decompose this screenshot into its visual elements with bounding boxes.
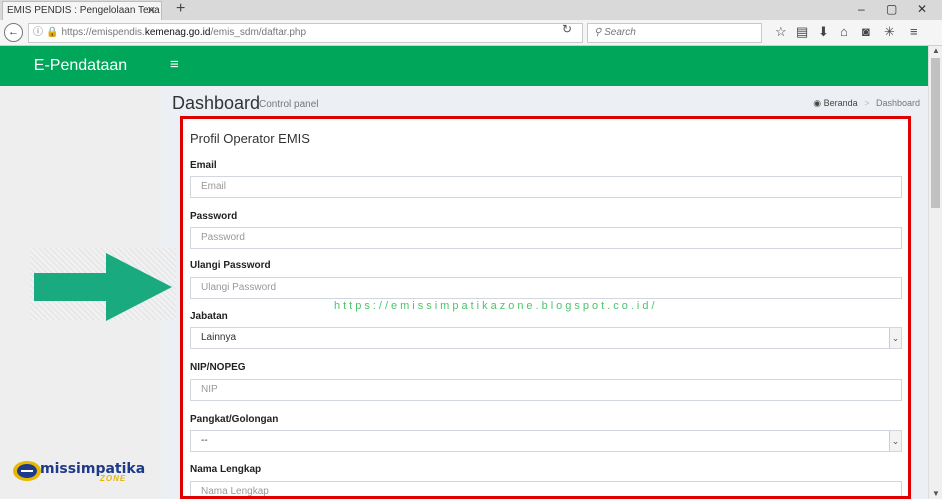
- close-tab-icon[interactable]: ✕: [147, 4, 156, 17]
- url-path: /emis_sdm/daftar.php: [210, 27, 307, 38]
- back-arrow-icon[interactable]: ←: [4, 23, 23, 42]
- password-field[interactable]: Password: [190, 227, 902, 249]
- jabatan-select[interactable]: Lainnya ⌄: [190, 327, 902, 349]
- nip-field[interactable]: NIP: [190, 379, 902, 401]
- reload-icon[interactable]: ↻: [562, 22, 572, 36]
- browser-nav-bar: ← ⓘ 🔒 https://emispendis.kemenag.go.id/emi…: [0, 20, 942, 46]
- pocket-icon[interactable]: ◙: [862, 24, 870, 39]
- pangkat-label: Pangkat/Golongan: [190, 414, 279, 425]
- reading-list-icon[interactable]: ▤: [796, 24, 808, 40]
- scroll-down-icon[interactable]: ▼: [929, 489, 942, 499]
- search-placeholder: Search: [604, 27, 636, 38]
- menu-icon[interactable]: ≡: [910, 24, 918, 39]
- form-title: Profil Operator EMIS: [190, 131, 310, 146]
- watermark-url: https://emissimpatikazone.blogspot.co.id…: [334, 300, 658, 312]
- app-header: ≡: [161, 46, 928, 86]
- email-label: Email: [190, 160, 217, 171]
- sidebar-toggle-icon[interactable]: ≡: [170, 56, 179, 73]
- logo-e-icon: [13, 461, 41, 481]
- extension-icon[interactable]: ✳: [884, 24, 895, 40]
- maximize-icon[interactable]: ▢: [886, 2, 897, 16]
- breadcrumb: ◉ Beranda > Dashboard: [813, 98, 920, 109]
- info-icon[interactable]: ⓘ: [33, 27, 43, 38]
- breadcrumb-current: Dashboard: [875, 98, 920, 108]
- confirm-password-label: Ulangi Password: [190, 260, 271, 271]
- bookmark-star-icon[interactable]: ☆: [775, 24, 787, 40]
- password-label: Password: [190, 211, 238, 222]
- email-field[interactable]: Email: [190, 176, 902, 198]
- nama-lengkap-label: Nama Lengkap: [190, 464, 262, 475]
- breadcrumb-home[interactable]: Beranda: [824, 98, 858, 108]
- green-arrow-icon: [34, 253, 172, 321]
- pangkat-select[interactable]: -- ⌄: [190, 430, 902, 452]
- page-scrollbar[interactable]: ▲ ▼: [928, 46, 942, 499]
- browser-search-input[interactable]: ⚲ Search: [587, 23, 762, 43]
- browser-tab[interactable]: EMIS PENDIS : Pengelolaan Tena ✕: [2, 1, 162, 20]
- dashboard-icon: ◉: [813, 98, 822, 108]
- browser-tab-bar: EMIS PENDIS : Pengelolaan Tena ✕ + – ▢ ✕: [0, 0, 942, 20]
- app-brand[interactable]: E-Pendataan: [0, 46, 161, 86]
- emissimpatika-logo: missimpatika ZONE: [12, 459, 145, 486]
- lock-icon: 🔒: [46, 27, 59, 38]
- close-window-icon[interactable]: ✕: [917, 2, 927, 16]
- logo-text: missimpatika: [40, 461, 146, 477]
- scroll-up-icon[interactable]: ▲: [929, 46, 942, 56]
- scroll-thumb[interactable]: [931, 58, 940, 208]
- minimize-icon[interactable]: –: [858, 2, 865, 16]
- jabatan-label: Jabatan: [190, 311, 228, 322]
- page-subtitle: Control panel: [259, 99, 319, 110]
- tab-title: EMIS PENDIS : Pengelolaan Tena: [7, 5, 160, 16]
- page-title: Dashboard: [172, 93, 261, 113]
- chevron-down-icon[interactable]: ⌄: [889, 431, 901, 451]
- nama-lengkap-field[interactable]: Nama Lengkap: [190, 481, 902, 496]
- url-scheme: https://emispendis.: [61, 27, 145, 38]
- download-icon[interactable]: ⬇: [818, 24, 829, 40]
- url-bar[interactable]: ⓘ 🔒 https://emispendis.kemenag.go.id/emis_…: [28, 23, 583, 43]
- new-tab-button[interactable]: +: [176, 0, 185, 18]
- url-host: kemenag.go.id: [144, 27, 211, 38]
- chevron-down-icon[interactable]: ⌄: [889, 328, 901, 348]
- search-icon: ⚲: [594, 27, 605, 38]
- nip-label: NIP/NOPEG: [190, 362, 246, 373]
- confirm-password-field[interactable]: Ulangi Password: [190, 277, 902, 299]
- logo-subtext: ZONE: [100, 474, 127, 483]
- breadcrumb-separator: >: [864, 98, 870, 108]
- pangkat-value: --: [201, 435, 208, 446]
- jabatan-value: Lainnya: [201, 332, 237, 343]
- home-icon[interactable]: ⌂: [840, 24, 848, 39]
